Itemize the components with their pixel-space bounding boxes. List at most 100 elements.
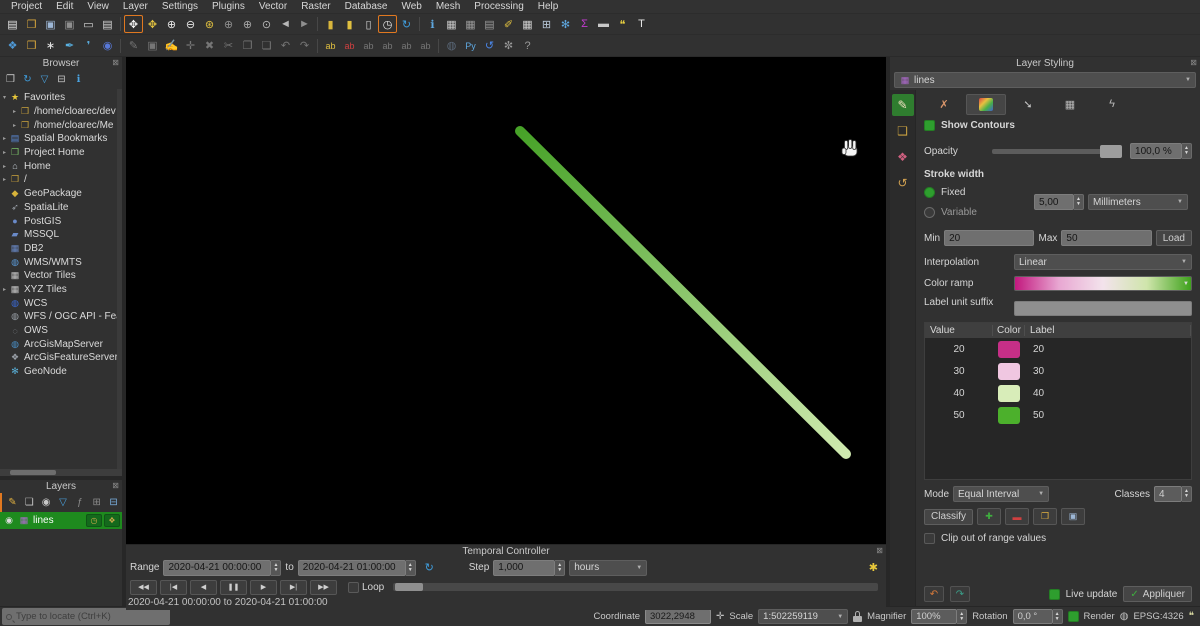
table-row[interactable]: 20 20 <box>925 339 1191 360</box>
text-annotation-icon[interactable]: T <box>632 15 651 33</box>
loop-checkbox[interactable] <box>348 582 359 593</box>
add-class-button[interactable]: ✚ <box>977 508 1001 525</box>
label-unit-suffix-input[interactable] <box>1014 301 1192 316</box>
save-project-icon[interactable]: ▣ <box>41 15 60 33</box>
zoom-native-icon[interactable]: ⊙ <box>257 15 276 33</box>
toggle-editing-icon[interactable]: ✎ <box>124 37 143 55</box>
range-start-spinner[interactable]: ▲▼ <box>271 560 281 576</box>
max-input[interactable]: 50 <box>1061 230 1151 246</box>
add-mesh-layer-icon[interactable]: ✒ <box>60 37 79 55</box>
browser-item-arcgis-map[interactable]: ◍ ArcGisMapServer <box>0 337 122 351</box>
expand-all-icon[interactable]: ⊞ <box>88 495 105 511</box>
extents-icon[interactable]: ✛ <box>716 611 724 622</box>
browser-item-spatial-bookmarks[interactable]: ▸ ▤ Spatial Bookmarks <box>0 132 122 146</box>
tab-edit-mesh[interactable]: ϟ <box>1092 94 1132 115</box>
layer-styling-indicator-icon[interactable]: ❖ <box>104 514 120 527</box>
tab-history[interactable]: ↺ <box>892 172 914 194</box>
add-vector-layer-icon[interactable]: ❒ <box>22 37 41 55</box>
expander-icon[interactable]: ▸ <box>10 108 19 115</box>
messages-icon[interactable]: ❝ <box>1189 611 1194 622</box>
style-redo-button[interactable]: ↷ <box>950 586 970 602</box>
tab-diagrams[interactable]: ❖ <box>892 146 914 168</box>
menu-mesh[interactable]: Mesh <box>429 1 467 12</box>
browser-item-geonode[interactable]: ✻ GeoNode <box>0 365 122 379</box>
deselect-features-icon[interactable]: ▦ <box>461 15 480 33</box>
open-layer-styling-icon[interactable]: ✎ <box>4 495 21 511</box>
fast-rewind-button[interactable]: ◀◀ <box>130 580 157 595</box>
browser-item-home-dev[interactable]: ▸ ❒ /home/cloarec/dev <box>0 105 122 119</box>
nominatim-search-icon[interactable]: ◍ <box>442 37 461 55</box>
metasearch-icon[interactable]: ◉ <box>98 37 117 55</box>
magnifier-spinner[interactable]: ▲▼ <box>957 609 967 624</box>
show-contours-checkbox[interactable] <box>924 120 935 131</box>
expander-icon[interactable]: ▸ <box>0 149 9 156</box>
data-source-manager-icon[interactable]: ❖ <box>3 37 22 55</box>
min-input[interactable]: 20 <box>944 230 1034 246</box>
filter-expression-icon[interactable]: ƒ <box>71 495 88 511</box>
new-map-view-icon[interactable]: ▯ <box>359 15 378 33</box>
clip-out-of-range-checkbox[interactable] <box>924 533 935 544</box>
menu-database[interactable]: Database <box>338 1 395 12</box>
menu-settings[interactable]: Settings <box>155 1 205 12</box>
processing-toolbox-icon[interactable]: ↺ <box>480 37 499 55</box>
labeling-option-icon-3[interactable]: ab <box>397 37 416 55</box>
layout-manager-icon[interactable]: ▤ <box>98 15 117 33</box>
tab-vectors[interactable]: ➘ <box>1008 94 1048 115</box>
remove-class-button[interactable]: ▬ <box>1005 508 1029 525</box>
width-unit-select[interactable]: Millimeters▼ <box>1088 194 1188 210</box>
show-bookmarks-icon[interactable]: ▮ <box>340 15 359 33</box>
attribute-table-icon[interactable]: ▦ <box>518 15 537 33</box>
range-start-input[interactable]: 2020-04-21 00:00:00 <box>163 560 271 576</box>
labeling-option-icon-1[interactable]: ab <box>359 37 378 55</box>
labeling-option-icon-2[interactable]: ab <box>378 37 397 55</box>
delete-selected-icon[interactable]: ✖ <box>200 37 219 55</box>
python-console-icon[interactable]: Py <box>461 37 480 55</box>
styling-layer-select[interactable]: ▦ lines ▼ <box>894 72 1196 88</box>
report-bug-icon[interactable]: ✼ <box>499 37 518 55</box>
opacity-spinner[interactable]: ▲▼ <box>1182 143 1192 159</box>
filter-browser-icon[interactable]: ▽ <box>36 72 53 88</box>
zoom-next-icon[interactable]: ► <box>295 15 314 33</box>
rotation-input[interactable]: 0,0 ° <box>1013 609 1053 624</box>
layers-dock-close-icon[interactable]: ⊠ <box>112 481 119 490</box>
browser-item-spatialite[interactable]: ➶ SpatiaLite <box>0 201 122 215</box>
browser-item-project-home[interactable]: ▸ ❒ Project Home <box>0 146 122 160</box>
temporal-slider[interactable] <box>393 583 878 591</box>
classify-button[interactable]: Classify <box>924 509 973 525</box>
temporal-dock-close-icon[interactable]: ⊠ <box>876 546 883 555</box>
pan-to-selection-icon[interactable]: ✥ <box>143 15 162 33</box>
menu-layer[interactable]: Layer <box>116 1 155 12</box>
options-gear-icon[interactable]: ✻ <box>556 15 575 33</box>
vertex-tool-icon[interactable]: ✛ <box>181 37 200 55</box>
scale-select[interactable]: 1:502259119▼ <box>758 609 848 624</box>
browser-item-xyz-tiles[interactable]: ▸ ▦ XYZ Tiles <box>0 283 122 297</box>
browser-item-geopackage[interactable]: ◆ GeoPackage <box>0 187 122 201</box>
add-group-icon[interactable]: ❏ <box>21 495 38 511</box>
expander-icon[interactable]: ▸ <box>0 176 9 183</box>
browser-item-home-me[interactable]: ▸ ❒ /home/cloarec/Me <box>0 118 122 132</box>
locate-search-input[interactable]: Type to locate (Ctrl+K) <box>2 608 170 625</box>
skip-to-start-button[interactable]: |◀ <box>160 580 187 595</box>
class-color-swatch[interactable] <box>998 363 1020 380</box>
fast-forward-button[interactable]: ▶▶ <box>310 580 337 595</box>
browser-dock-close-icon[interactable]: ⊠ <box>112 58 119 67</box>
rotation-spinner[interactable]: ▲▼ <box>1053 609 1063 624</box>
refresh-range-icon[interactable]: ↻ <box>420 559 439 577</box>
browser-item-db2[interactable]: ▦ DB2 <box>0 242 122 256</box>
range-end-spinner[interactable]: ▲▼ <box>406 560 416 576</box>
pause-button[interactable]: ❚❚ <box>220 580 247 595</box>
value-column-header[interactable]: Value <box>925 325 993 336</box>
browser-item-arcgis-feature[interactable]: ❖ ArcGisFeatureServer <box>0 351 122 365</box>
table-row[interactable]: 30 30 <box>925 361 1191 382</box>
live-update-checkbox[interactable] <box>1049 589 1060 600</box>
class-color-swatch[interactable] <box>998 385 1020 402</box>
tab-contours[interactable] <box>966 94 1006 115</box>
coordinate-input[interactable]: 3022,2948 <box>645 609 711 624</box>
browser-vertical-scrollbar[interactable] <box>117 89 122 469</box>
field-calculator-icon[interactable]: ⊞ <box>537 15 556 33</box>
browser-item-wfs[interactable]: ◍ WFS / OGC API - Featu <box>0 310 122 324</box>
menu-help[interactable]: Help <box>531 1 566 12</box>
step-forward-button[interactable]: ▶| <box>280 580 307 595</box>
opacity-slider[interactable] <box>992 149 1122 154</box>
layer-temporal-indicator-icon[interactable]: ◷ <box>86 514 102 527</box>
